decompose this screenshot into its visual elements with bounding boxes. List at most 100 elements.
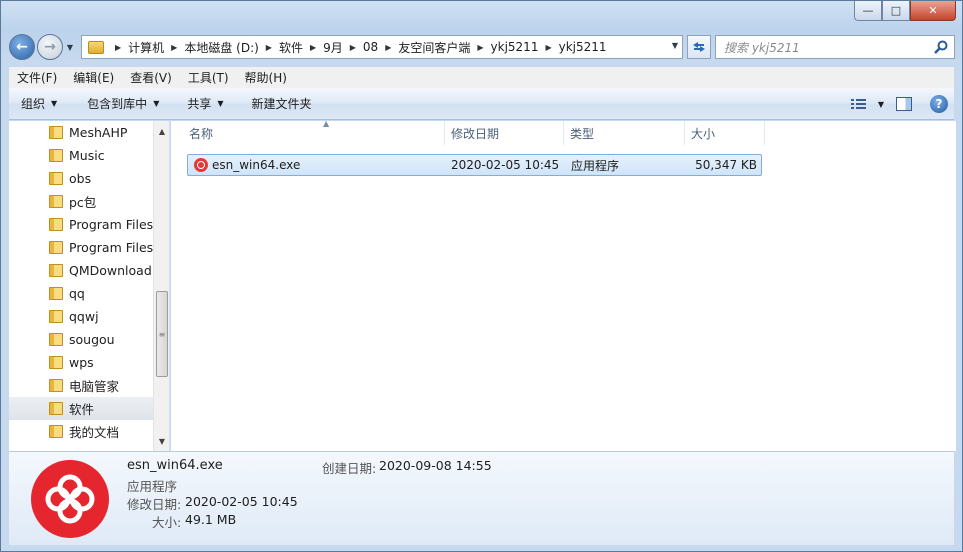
refresh-icon: [693, 42, 705, 52]
detail-size-value: 49.1 MB: [185, 512, 237, 527]
file-name: esn_win64.exe: [212, 158, 301, 172]
maximize-button[interactable]: □: [882, 1, 910, 21]
folder-icon: [88, 40, 104, 54]
tree-item[interactable]: Program Files: [9, 236, 154, 259]
navpane-scrollbar[interactable]: ▲ ≡ ▼: [153, 121, 169, 451]
navigation-bar: ← → ▼ ▶ 计算机 ▶ 本地磁盘 (D:) ▶ 软件 ▶ 9月 ▶ 08 ▶ 友空间客…: [9, 31, 955, 63]
column-header-name[interactable]: 名称 ▲: [183, 119, 445, 145]
search-icon[interactable]: [933, 39, 949, 55]
folder-icon: [49, 333, 63, 346]
tree-item[interactable]: obs: [9, 167, 154, 190]
tree-item[interactable]: Music: [9, 144, 154, 167]
scroll-thumb[interactable]: ≡: [156, 291, 168, 377]
folder-icon: [49, 356, 63, 369]
breadcrumb-item[interactable]: 9月 ▶: [323, 39, 363, 56]
column-header-size[interactable]: 大小: [685, 121, 765, 145]
new-folder-button[interactable]: 新建文件夹: [240, 95, 324, 112]
detail-modified-value: 2020-02-05 10:45: [185, 494, 298, 509]
folder-icon: [49, 149, 63, 162]
tree-item[interactable]: Program Files: [9, 213, 154, 236]
column-headers: 名称 ▲ 修改日期 类型 大小: [171, 119, 956, 145]
column-header-modified[interactable]: 修改日期: [445, 121, 564, 145]
minimize-button[interactable]: —: [854, 1, 882, 21]
tree-item[interactable]: wps: [9, 351, 154, 374]
folder-icon: [49, 379, 63, 392]
app-logo-icon: [31, 460, 109, 538]
menu-help[interactable]: 帮助(H): [237, 69, 295, 86]
tree-item[interactable]: 我的文档: [9, 420, 154, 443]
tree-item[interactable]: QMDownload: [9, 259, 154, 282]
forward-button[interactable]: →: [37, 34, 63, 60]
tree-item[interactable]: qqwj: [9, 305, 154, 328]
detail-size-label: 大小:: [152, 515, 182, 530]
breadcrumb-item[interactable]: ykj5211 ▶: [491, 40, 559, 54]
menu-view[interactable]: 查看(V): [122, 69, 180, 86]
detail-created-value: 2020-09-08 14:55: [379, 458, 492, 473]
scroll-down-icon[interactable]: ▼: [154, 433, 169, 449]
folder-icon: [49, 218, 63, 231]
logo-graphic: [45, 474, 95, 524]
back-button[interactable]: ←: [9, 34, 35, 60]
app-icon: [194, 158, 208, 172]
include-in-library-button[interactable]: 包含到库中 ▼: [75, 95, 171, 112]
breadcrumb-item[interactable]: ykj5211: [559, 40, 607, 54]
column-header-type[interactable]: 类型: [564, 121, 685, 145]
file-size: 50,347 KB: [695, 158, 757, 172]
tree-item[interactable]: MeshAHP: [9, 121, 154, 144]
tree-item[interactable]: 电脑管家: [9, 374, 154, 397]
menu-tools[interactable]: 工具(T): [180, 69, 237, 86]
file-modified: 2020-02-05 10:45: [451, 158, 560, 172]
breadcrumb-item[interactable]: 软件 ▶: [279, 39, 323, 56]
tree-item[interactable]: pc包: [9, 190, 154, 213]
close-button[interactable]: ✕: [910, 1, 956, 21]
search-placeholder: 搜索 ykj5211: [724, 40, 800, 55]
command-bar: 组织 ▼ 包含到库中 ▼ 共享 ▼ 新建文件夹 ▼ ?: [9, 88, 954, 120]
recent-pages-dropdown[interactable]: ▼: [63, 43, 77, 52]
breadcrumb-root-arrow[interactable]: ▶: [108, 43, 128, 52]
breadcrumb-item[interactable]: 友空间客户端 ▶: [398, 39, 490, 56]
detail-type: 应用程序: [127, 479, 178, 494]
caption-buttons: — □ ✕: [854, 1, 956, 21]
tree-item-selected[interactable]: 软件: [9, 397, 154, 420]
address-bar[interactable]: ▶ 计算机 ▶ 本地磁盘 (D:) ▶ 软件 ▶ 9月 ▶ 08 ▶ 友空间客户端 ▶ yk…: [81, 35, 683, 59]
chevron-down-icon: ▼: [217, 99, 224, 108]
menu-file[interactable]: 文件(F): [9, 69, 65, 86]
share-button[interactable]: 共享 ▼: [175, 95, 235, 112]
organize-button[interactable]: 组织 ▼: [9, 95, 69, 112]
chevron-down-icon: ▼: [51, 99, 58, 108]
folder-icon: [49, 126, 63, 139]
preview-pane-icon[interactable]: [896, 97, 912, 111]
refresh-button[interactable]: [687, 35, 711, 59]
breadcrumb-item[interactable]: 计算机 ▶: [128, 39, 184, 56]
folder-icon: [49, 241, 63, 254]
command-bar-right: ▼ ?: [850, 88, 954, 120]
sort-ascending-icon: ▲: [323, 119, 330, 128]
scroll-up-icon[interactable]: ▲: [154, 123, 169, 139]
file-type: 应用程序: [571, 158, 620, 173]
detail-filename: esn_win64.exe: [127, 458, 223, 473]
tree-item[interactable]: sougou: [9, 328, 154, 351]
folder-icon: [49, 402, 63, 415]
folder-icon: [49, 195, 63, 208]
folder-icon: [49, 310, 63, 323]
details-pane: esn_win64.exe 应用程序 修改日期: 2020-02-05 10:4…: [9, 451, 954, 545]
tree-item[interactable]: qq: [9, 282, 154, 305]
breadcrumb-item[interactable]: 08 ▶: [363, 40, 398, 54]
breadcrumb-item[interactable]: 本地磁盘 (D:) ▶: [184, 39, 279, 56]
file-row[interactable]: esn_win64.exe 2020-02-05 10:45 应用程序 50,3…: [187, 154, 762, 176]
chevron-down-icon[interactable]: ▼: [878, 100, 884, 109]
file-list-pane: 名称 ▲ 修改日期 类型 大小 esn_win64.exe 2020-02-05…: [171, 119, 956, 451]
chevron-down-icon: ▼: [153, 99, 160, 108]
view-options-icon[interactable]: [850, 97, 868, 111]
search-input[interactable]: 搜索 ykj5211: [715, 35, 955, 59]
address-dropdown-icon[interactable]: ▼: [672, 41, 678, 50]
folder-icon: [49, 172, 63, 185]
explorer-window: — □ ✕ ← → ▼ ▶ 计算机 ▶ 本地磁盘 (D:) ▶ 软件 ▶ 9月 ▶ 08…: [0, 0, 963, 552]
folder-icon: [49, 425, 63, 438]
folder-icon: [49, 287, 63, 300]
detail-created-label: 创建日期:: [322, 461, 377, 476]
help-icon[interactable]: ?: [930, 95, 948, 113]
menu-edit[interactable]: 编辑(E): [65, 69, 122, 86]
detail-modified-label: 修改日期:: [127, 497, 182, 512]
navigation-pane: MeshAHP Music obs pc包 Program Files Prog…: [9, 121, 170, 451]
